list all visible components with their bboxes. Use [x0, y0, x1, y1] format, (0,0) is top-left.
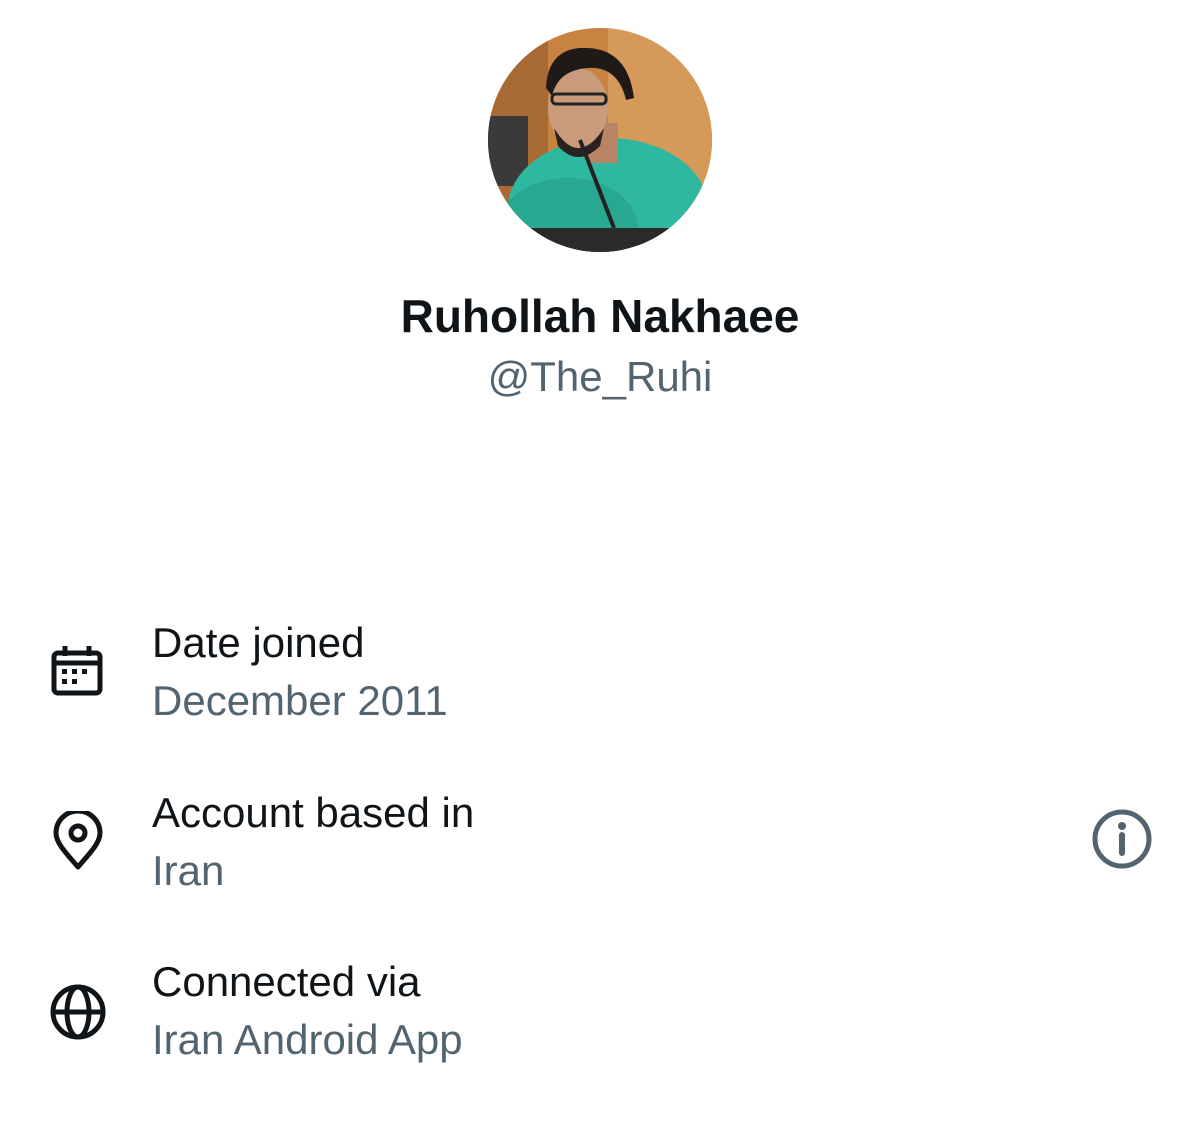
account-based-in-row: Account based in Iran	[0, 787, 1200, 897]
calendar-icon	[48, 641, 108, 701]
info-icon[interactable]	[1090, 807, 1154, 871]
date-joined-value: December 2011	[152, 677, 448, 724]
display-name: Ruhollah Nakhaee	[400, 290, 800, 342]
connected-via-value: Iran Android App	[152, 1016, 463, 1063]
connected-via-label: Connected via	[152, 958, 421, 1005]
location-pin-icon	[48, 811, 108, 871]
account-based-in-label: Account based in	[152, 789, 475, 836]
date-joined-row: Date joined December 2011	[0, 617, 1200, 727]
username-handle: @The_Ruhi	[487, 353, 713, 400]
date-joined-label: Date joined	[152, 619, 365, 666]
avatar[interactable]	[488, 28, 712, 252]
account-based-in-value: Iran	[152, 847, 225, 894]
globe-icon	[48, 982, 108, 1042]
connected-via-row: Connected via Iran Android App	[0, 956, 1200, 1066]
profile-photo	[488, 28, 712, 252]
